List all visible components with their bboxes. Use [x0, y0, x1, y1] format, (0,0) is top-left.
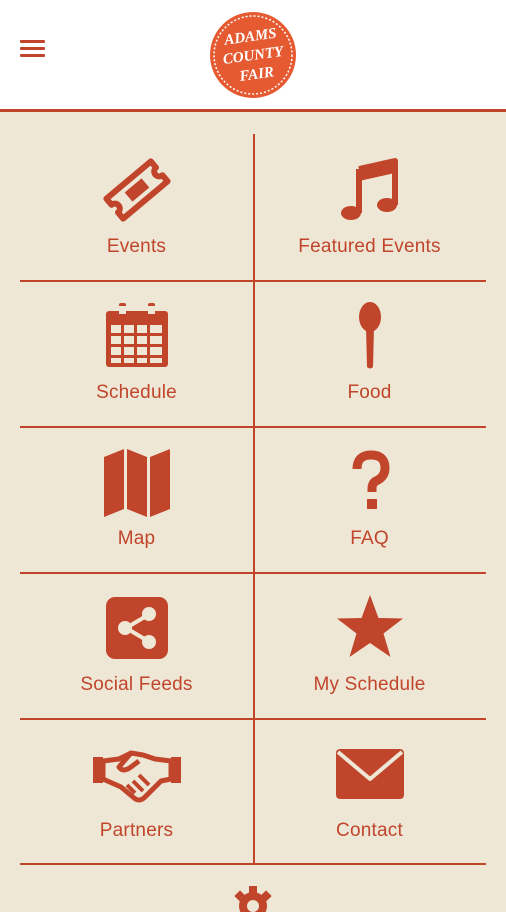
menu-item-label: FAQ — [350, 528, 389, 549]
menu-item-food[interactable]: Food — [253, 280, 486, 426]
menu-item-social-feeds[interactable]: Social Feeds — [20, 572, 253, 718]
grid-divider — [20, 426, 486, 428]
menu-item-partners[interactable]: Partners — [20, 718, 253, 864]
spoon-icon — [358, 302, 381, 369]
music-note-icon — [340, 158, 398, 220]
adams-county-fair-logo[interactable]: ADAMS COUNTY FAIR — [208, 10, 298, 100]
menu-item-map[interactable]: Map — [20, 426, 253, 572]
menu-item-label: Events — [106, 236, 167, 257]
menu-item-label: Contact — [336, 820, 403, 841]
menu-item-label: Map — [117, 528, 156, 549]
menu-item-my-schedule[interactable]: My Schedule — [253, 572, 486, 718]
grid-divider — [20, 572, 486, 574]
menu-item-contact[interactable]: Contact — [253, 718, 486, 864]
envelope-icon — [335, 749, 404, 799]
grid-divider-vertical — [253, 134, 255, 864]
grid-divider — [20, 718, 486, 720]
question-icon — [352, 450, 390, 509]
menu-item-label: Food — [347, 382, 392, 403]
menu-item-label: Featured Events — [298, 236, 441, 257]
menu-item-label: Partners — [99, 820, 174, 841]
gear-icon[interactable] — [228, 882, 278, 912]
handshake-icon — [92, 750, 181, 803]
map-icon — [103, 449, 170, 517]
menu-item-featured-events[interactable]: Featured Events — [253, 134, 486, 280]
hamburger-menu-button[interactable] — [18, 36, 48, 62]
grid-divider — [20, 863, 486, 865]
menu-item-label: My Schedule — [313, 674, 426, 695]
app-header: ADAMS COUNTY FAIR — [0, 0, 506, 112]
share-icon — [105, 597, 168, 659]
menu-item-faq[interactable]: FAQ — [253, 426, 486, 572]
menu-item-events[interactable]: Events — [20, 134, 253, 280]
menu-item-schedule[interactable]: Schedule — [20, 280, 253, 426]
main-menu-grid: Events Featured Events Schedule Food Map… — [20, 134, 486, 865]
calendar-icon — [105, 303, 168, 367]
ticket-icon — [102, 158, 171, 222]
menu-item-label: Schedule — [96, 382, 177, 403]
star-icon — [336, 595, 403, 657]
grid-divider — [20, 280, 486, 282]
menu-item-label: Social Feeds — [80, 674, 193, 695]
